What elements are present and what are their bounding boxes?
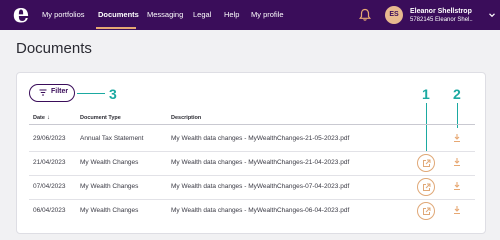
download-icon[interactable]: [452, 157, 462, 167]
nav-messaging[interactable]: Messaging: [147, 0, 183, 30]
row-date: 07/04/2023: [33, 183, 66, 190]
row-date: 06/04/2023: [33, 207, 66, 214]
row-description[interactable]: My Wealth data changes - MyWealthChanges…: [171, 135, 349, 142]
download-icon[interactable]: [452, 181, 462, 191]
column-header-description: Description: [171, 115, 202, 121]
callout-1-line: [426, 103, 427, 151]
nav-documents[interactable]: Documents: [98, 0, 139, 30]
open-document-button[interactable]: [417, 202, 435, 220]
user-name[interactable]: Eleanor Shellstrop: [410, 8, 472, 15]
callout-2: 2: [453, 86, 461, 102]
user-account: 5782145 Eleanor Shel..: [410, 17, 473, 23]
callout-3: 3: [109, 86, 117, 102]
active-nav-indicator: [96, 27, 136, 29]
row-document-type: Annual Tax Statement: [80, 135, 144, 142]
row-divider: [29, 175, 475, 176]
nav-my-profile[interactable]: My profile: [251, 0, 284, 30]
nav-my-portfolios[interactable]: My portfolios: [42, 0, 85, 30]
nav-legal[interactable]: Legal: [193, 0, 211, 30]
callout-1: 1: [422, 86, 430, 102]
open-external-icon: [423, 183, 431, 191]
row-description[interactable]: My Wealth data changes - MyWealthChanges…: [171, 183, 349, 190]
chevron-down-icon[interactable]: [488, 11, 496, 19]
download-icon[interactable]: [452, 133, 462, 143]
row-divider: [29, 199, 475, 200]
row-document-type: My Wealth Changes: [80, 207, 139, 214]
column-header-date-label: Date: [33, 115, 45, 121]
brand-logo[interactable]: e: [8, 1, 34, 28]
user-avatar[interactable]: ES: [385, 6, 403, 24]
nav-help[interactable]: Help: [224, 0, 239, 30]
callout-3-line: [77, 93, 105, 94]
filter-label: Filter: [51, 88, 69, 95]
row-document-type: My Wealth Changes: [80, 159, 139, 166]
column-header-document-type: Document Type: [80, 115, 121, 121]
row-description[interactable]: My Wealth data changes - MyWealthChanges…: [171, 207, 349, 214]
table-header-divider: [29, 124, 475, 125]
filter-button[interactable]: Filter: [29, 84, 75, 102]
top-nav-bar: e My portfolios Documents Messaging Lega…: [0, 0, 500, 30]
row-date: 29/06/2023: [33, 135, 66, 142]
filter-icon: [39, 89, 47, 96]
bell-icon[interactable]: [358, 8, 372, 22]
column-header-date[interactable]: Date ↓: [33, 115, 50, 121]
open-document-button[interactable]: [417, 178, 435, 196]
open-external-icon: [423, 207, 431, 215]
open-external-icon: [423, 159, 431, 167]
download-icon[interactable]: [452, 205, 462, 215]
row-divider: [29, 151, 475, 152]
sort-arrow-icon: ↓: [46, 115, 50, 121]
open-document-button[interactable]: [417, 154, 435, 172]
row-date: 21/04/2023: [33, 159, 66, 166]
row-description[interactable]: My Wealth data changes - MyWealthChanges…: [171, 159, 349, 166]
page-title: Documents: [16, 40, 92, 57]
row-document-type: My Wealth Changes: [80, 183, 139, 190]
